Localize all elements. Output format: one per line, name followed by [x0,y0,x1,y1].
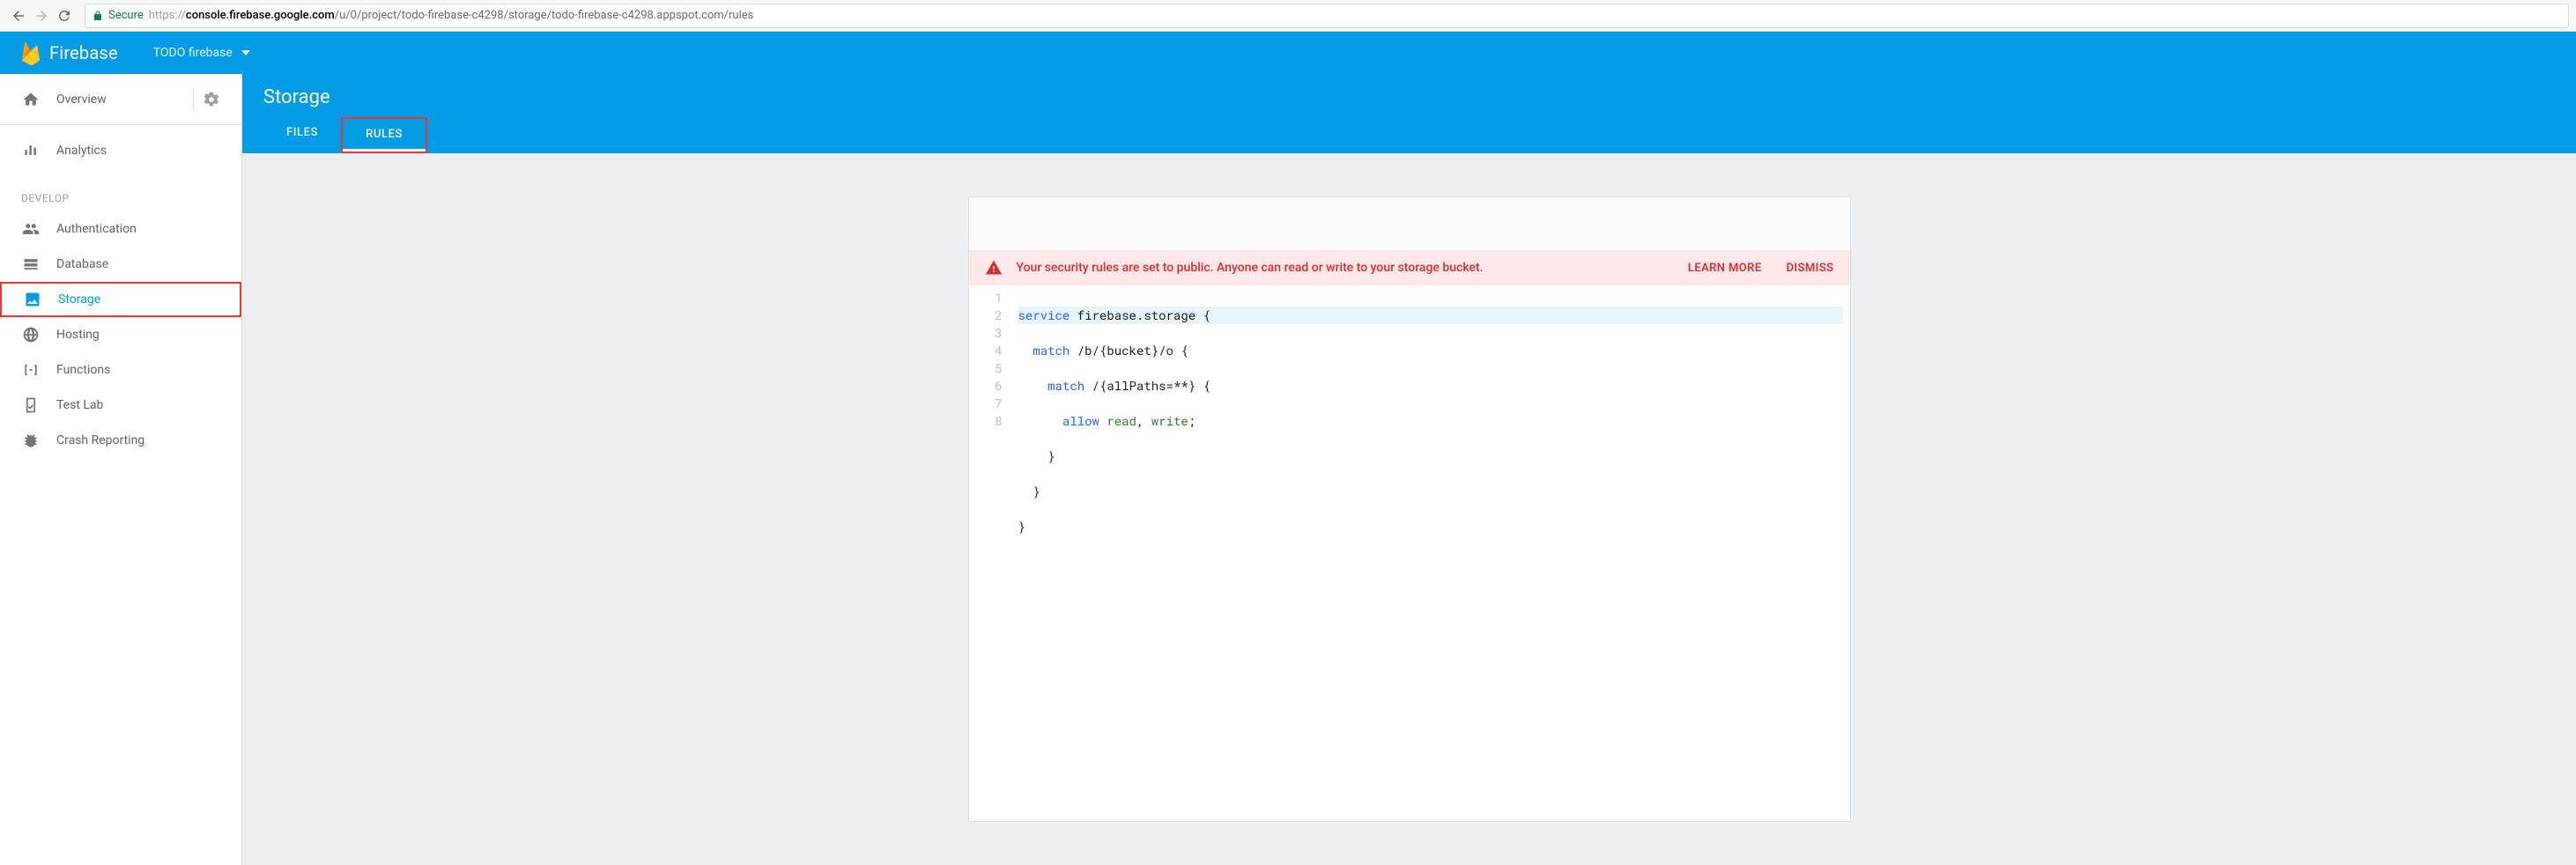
alert-message: Your security rules are set to public. A… [1017,261,1663,275]
project-picker[interactable]: TODO firebase [153,46,250,60]
page-title: Storage [263,86,2555,108]
sidebar-item-storage[interactable]: Storage [0,282,241,317]
browser-back-button[interactable] [7,4,30,27]
sidebar: Overview Analytics DEVELOP Authenticatio… [0,74,242,865]
tab-rules[interactable]: RULES [341,117,427,153]
content-area: Your security rules are set to public. A… [242,153,2576,865]
sidebar-item-analytics[interactable]: Analytics [0,125,241,176]
tab-files[interactable]: FILES [263,117,341,153]
sidebar-item-label: Test Lab [56,398,103,412]
arrow-right-icon [33,8,49,24]
firebase-logo-icon [21,41,41,65]
people-icon [21,220,41,238]
lock-icon [93,11,103,21]
product-name: Firebase [49,42,118,63]
caret-down-icon [241,50,250,55]
url-path: /u/0/project/todo-firebase-c4298/storage… [335,9,754,22]
code-content[interactable]: service firebase.storage { match /b/{buc… [1011,285,1850,821]
image-icon [23,291,42,308]
sidebar-item-label: Overview [56,92,107,107]
sidebar-item-label: Storage [58,292,100,307]
globe-icon [21,326,41,344]
device-check-icon [21,396,41,414]
database-icon [21,255,41,273]
warning-icon [985,259,1003,277]
line-gutter: 12345678 [969,285,1011,821]
bug-icon [21,432,41,449]
sidebar-section-develop: DEVELOP [0,176,241,211]
project-name: TODO firebase [153,46,233,60]
sidebar-item-label: Hosting [56,328,100,342]
url-prefix: https:// [149,9,186,22]
sidebar-item-label: Authentication [56,222,137,236]
security-alert: Your security rules are set to public. A… [969,250,1850,285]
reload-icon [56,8,72,24]
sidebar-item-hosting[interactable]: Hosting [0,317,241,352]
browser-toolbar: Secure https://console.firebase.google.c… [0,0,2576,32]
workspace: Overview Analytics DEVELOP Authenticatio… [0,74,2576,865]
url-host: console.firebase.google.com [186,9,335,22]
tabs: FILES RULES [263,117,2555,153]
learn-more-button[interactable]: LEARN MORE [1688,262,1762,275]
home-icon [21,91,41,108]
gear-icon [203,91,220,108]
sidebar-item-crash-reporting[interactable]: Crash Reporting [0,423,241,458]
code-editor[interactable]: 12345678 service firebase.storage { matc… [969,285,1850,821]
rules-editor-card: Your security rules are set to public. A… [969,197,1850,821]
sidebar-item-label: Crash Reporting [56,433,144,447]
browser-address-bar[interactable]: Secure https://console.firebase.google.c… [85,4,2569,28]
sidebar-item-label: Functions [56,363,110,377]
sidebar-item-overview[interactable]: Overview [0,74,241,125]
sidebar-item-test-lab[interactable]: Test Lab [0,388,241,423]
sidebar-item-functions[interactable]: Functions [0,352,241,388]
sidebar-item-label: Database [56,257,108,271]
sidebar-item-database[interactable]: Database [0,247,241,282]
dismiss-button[interactable]: DISMISS [1787,262,1834,275]
arrow-left-icon [11,8,26,24]
secure-label: Secure [108,9,144,22]
main: Storage FILES RULES Your security rules … [242,74,2576,865]
main-header: Storage FILES RULES [242,74,2576,153]
browser-forward-button [30,4,53,27]
settings-button[interactable] [193,89,220,110]
analytics-icon [21,142,41,159]
sidebar-item-label: Analytics [56,144,107,158]
functions-icon [21,361,41,379]
app-bar: Firebase TODO firebase [0,32,2576,74]
sidebar-item-authentication[interactable]: Authentication [0,211,241,247]
editor-toolbar [969,197,1850,250]
browser-reload-button[interactable] [53,4,76,27]
